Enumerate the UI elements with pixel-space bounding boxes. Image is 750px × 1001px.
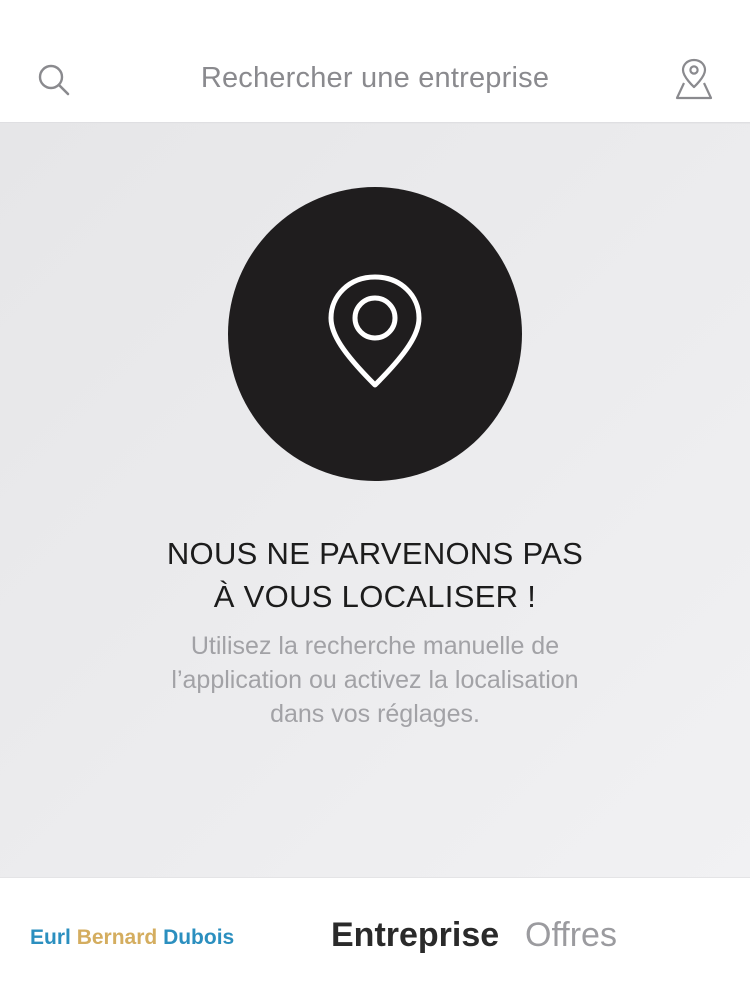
error-title: NOUS NE PARVENONS PAS À VOUS LOCALISER ! (0, 532, 750, 618)
search-input[interactable]: Rechercher une entreprise (0, 62, 750, 95)
brand-word: Bernard (76, 926, 158, 949)
error-title-line: À VOUS LOCALISER ! (213, 579, 537, 614)
error-description-line: dans vos réglages. (270, 700, 480, 728)
map-pin-icon[interactable] (672, 56, 716, 102)
bottom-bar: Eurl Bernard Dubois Entreprise Offres (0, 877, 750, 1001)
error-description-line: Utilisez la recherche manuelle de (190, 632, 560, 660)
location-circle (228, 187, 522, 481)
brand-word: Dubois (163, 926, 235, 949)
top-bar: Rechercher une entreprise (0, 0, 750, 122)
location-error-panel: NOUS NE PARVENONS PAS À VOUS LOCALISER !… (0, 124, 750, 877)
error-description: Utilisez la recherche manuelle de l’appl… (0, 629, 750, 731)
tab-offres[interactable]: Offres (525, 916, 617, 955)
error-title-line: NOUS NE PARVENONS PAS (166, 536, 584, 571)
brand-word: Eurl (30, 926, 71, 949)
error-description-line: l’application ou activez la localisation (171, 666, 579, 694)
location-pin-icon (328, 274, 422, 388)
tab-entreprise[interactable]: Entreprise (331, 916, 499, 955)
brand-logo: Eurl Bernard Dubois (30, 926, 234, 950)
